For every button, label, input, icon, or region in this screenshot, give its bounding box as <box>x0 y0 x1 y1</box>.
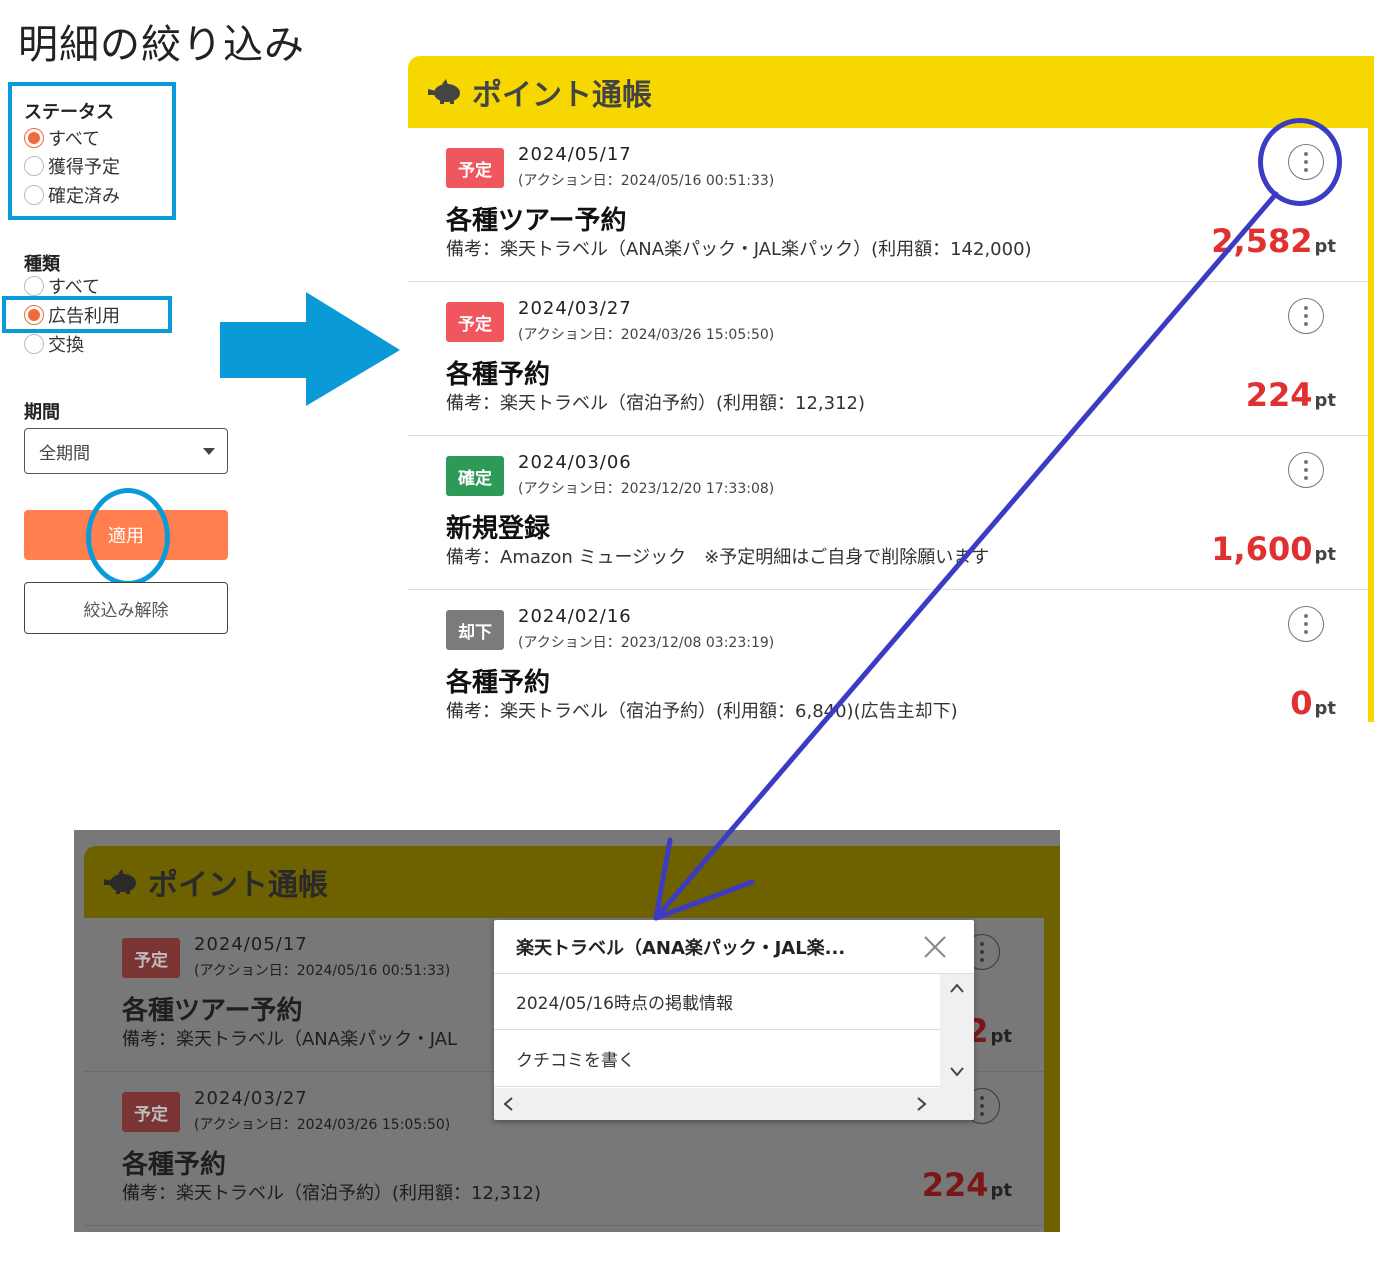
chevron-right-icon[interactable] <box>916 1096 928 1112</box>
entry-date: 2024/05/17 <box>518 144 632 165</box>
entry-note: 備考：Amazon ミュージック ※予定明細はご自身で削除願います <box>446 547 990 568</box>
entry-points: 0 pt <box>1290 684 1336 722</box>
entry-date: 2024/03/27 <box>194 1088 308 1109</box>
radio-button[interactable] <box>24 276 44 296</box>
kind-option-exchange[interactable]: 交換 <box>24 332 84 356</box>
entry-action-date: (アクション日：2023/12/20 17:33:08) <box>518 481 775 497</box>
points-unit: pt <box>1314 390 1337 411</box>
passbook-entry: 予定 2024/05/17 (アクション日：2024/05/16 00:51:3… <box>408 128 1368 282</box>
status-badge: 却下 <box>446 610 504 650</box>
points-unit: pt <box>990 1026 1013 1047</box>
page-title: 明細の絞り込み <box>18 22 305 68</box>
entry-note: 備考：楽天トラベル（宿泊予約）(利用額：12,312) <box>446 393 866 414</box>
points-unit: pt <box>1314 236 1337 257</box>
entry-note: 備考：楽天トラベル（宿泊予約）(利用額：12,312) <box>122 1183 542 1204</box>
caret-down-icon <box>203 448 215 455</box>
entry-title: 各種予約 <box>446 668 551 698</box>
entry-points: 1,600 pt <box>1211 530 1336 568</box>
points-value: 224 <box>921 1166 989 1204</box>
entry-title: 各種ツアー予約 <box>446 206 627 236</box>
chevron-down-icon[interactable] <box>949 1066 965 1078</box>
entry-note: 備考：楽天トラベル（ANA楽パック・JAL楽パック）(利用額：142,000) <box>446 239 1032 260</box>
points-value: 1,600 <box>1211 530 1313 568</box>
menu-highlight-circle <box>1258 118 1342 206</box>
passbook-entry: 確定 2024/03/06 (アクション日：2023/12/20 17:33:0… <box>408 436 1368 590</box>
more-options-icon[interactable] <box>1288 452 1324 488</box>
entry-action-date: (アクション日：2024/05/16 00:51:33) <box>194 963 451 979</box>
kind-highlight-box <box>2 296 172 333</box>
point-passbook-panel: ポイント通帳 予定 2024/05/17 (アクション日：2024/05/16 … <box>408 56 1374 722</box>
menu-item-listing-info[interactable]: 2024/05/16時点の掲載情報 <box>494 974 940 1030</box>
piggy-bank-icon <box>428 79 460 104</box>
chevron-left-icon[interactable] <box>502 1096 514 1112</box>
points-value: 224 <box>1245 376 1313 414</box>
period-select-value: 全期間 <box>39 443 90 464</box>
entry-date: 2024/02/16 <box>518 606 632 627</box>
chevron-up-icon[interactable] <box>949 982 965 994</box>
passbook-title: ポイント通帳 <box>148 868 328 903</box>
entry-title: 各種予約 <box>122 1150 227 1180</box>
status-highlight-box <box>8 82 176 220</box>
close-icon[interactable] <box>922 934 948 960</box>
entry-note: 備考：楽天トラベル（ANA楽パック・JAL <box>122 1029 458 1050</box>
passbook-header: ポイント通帳 <box>84 846 1060 918</box>
entry-date: 2024/03/06 <box>518 452 632 473</box>
more-options-icon[interactable] <box>1288 606 1324 642</box>
status-badge: 予定 <box>446 302 504 342</box>
points-value: 2,582 <box>1211 222 1313 260</box>
popup-title: 楽天トラベル（ANA楽パック・JAL楽... <box>516 937 846 959</box>
menu-item-write-review[interactable]: クチコミを書く <box>494 1031 940 1087</box>
popup-header: 楽天トラベル（ANA楽パック・JAL楽... <box>494 920 974 974</box>
entry-action-date: (アクション日：2024/03/26 15:05:50) <box>518 327 775 343</box>
status-badge: 確定 <box>446 456 504 496</box>
entry-date: 2024/05/17 <box>194 934 308 955</box>
status-badge: 予定 <box>446 148 504 188</box>
kind-option-all[interactable]: すべて <box>24 274 100 298</box>
entry-title: 新規登録 <box>446 514 551 544</box>
vertical-scrollbar[interactable] <box>940 974 974 1088</box>
context-menu-popup: 楽天トラベル（ANA楽パック・JAL楽... 2024/05/16時点の掲載情報… <box>494 920 974 1120</box>
piggy-bank-icon <box>104 869 136 894</box>
points-unit: pt <box>1314 544 1337 565</box>
entry-points: 224 pt <box>922 1166 1012 1204</box>
period-select[interactable]: 全期間 <box>24 428 228 474</box>
points-unit: pt <box>990 1180 1013 1201</box>
status-badge: 予定 <box>122 938 180 978</box>
passbook-entry-list: 予定 2024/05/17 (アクション日：2024/05/16 00:51:3… <box>408 128 1368 722</box>
right-arrow-icon <box>220 292 400 406</box>
points-unit: pt <box>1314 698 1337 719</box>
more-options-icon[interactable] <box>1288 298 1324 334</box>
passbook-title: ポイント通帳 <box>472 78 652 113</box>
kind-option-label: 交換 <box>48 335 84 356</box>
entry-action-date: (アクション日：2024/03/26 15:05:50) <box>194 1117 451 1133</box>
points-value: 0 <box>1290 684 1313 722</box>
radio-button[interactable] <box>24 334 44 354</box>
apply-highlight-circle <box>86 488 170 586</box>
entry-points: 2,582 pt <box>1211 222 1336 260</box>
entry-action-date: (アクション日：2024/05/16 00:51:33) <box>518 173 775 189</box>
entry-points: 224 pt <box>1246 376 1336 414</box>
entry-title: 各種ツアー予約 <box>122 996 303 1026</box>
passbook-header: ポイント通帳 <box>408 56 1374 128</box>
entry-note: 備考：楽天トラベル（宿泊予約）(利用額：6,840)(広告主却下) <box>446 701 958 722</box>
status-badge: 予定 <box>122 1092 180 1132</box>
period-label: 期間 <box>24 402 60 423</box>
horizontal-scrollbar[interactable] <box>494 1088 974 1120</box>
entry-action-date: (アクション日：2023/12/08 03:23:19) <box>518 635 775 651</box>
reset-filter-button[interactable]: 絞込み解除 <box>24 582 228 634</box>
passbook-entry: 却下 2024/02/16 (アクション日：2023/12/08 03:23:1… <box>408 590 1368 722</box>
entry-date: 2024/03/27 <box>518 298 632 319</box>
passbook-entry: 予定 2024/03/27 (アクション日：2024/03/26 15:05:5… <box>408 282 1368 436</box>
entry-title: 各種予約 <box>446 360 551 390</box>
